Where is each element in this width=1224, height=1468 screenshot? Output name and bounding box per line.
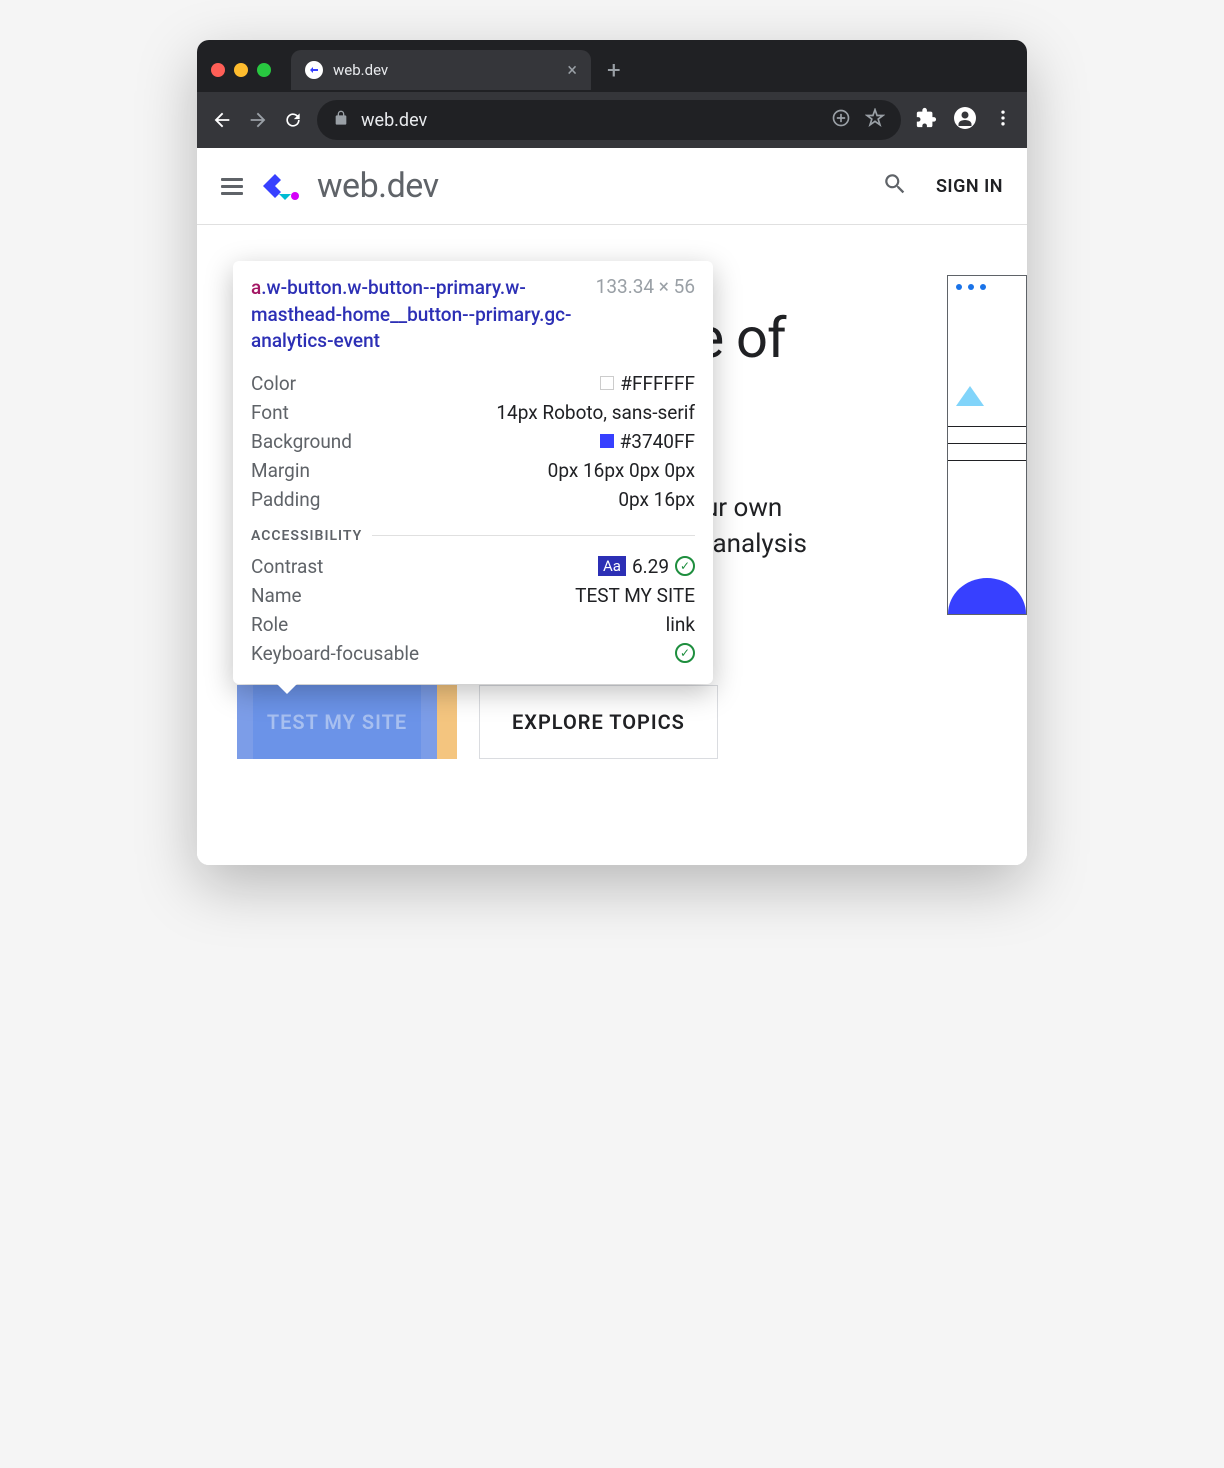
- close-tab-icon[interactable]: ×: [567, 60, 577, 81]
- a11y-value: TEST MY SITE: [575, 584, 695, 607]
- close-window-icon[interactable]: [211, 63, 225, 77]
- hamburger-menu-button[interactable]: [221, 178, 243, 195]
- window-controls: [211, 63, 271, 77]
- signin-button[interactable]: SIGN IN: [936, 176, 1003, 197]
- lock-icon: [333, 110, 349, 130]
- style-row-font: Font 14px Roboto, sans-serif: [251, 398, 695, 427]
- a11y-label: Name: [251, 584, 302, 607]
- a11y-value: link: [666, 613, 695, 636]
- style-row-color: Color #FFFFFF: [251, 369, 695, 398]
- address-bar[interactable]: web.dev: [317, 100, 901, 140]
- a11y-row-focusable: Keyboard-focusable ✓: [251, 639, 695, 668]
- menu-icon[interactable]: [993, 108, 1013, 132]
- style-value: 14px Roboto, sans-serif: [496, 401, 695, 424]
- contrast-badge: Aa: [598, 556, 626, 576]
- maximize-window-icon[interactable]: [257, 63, 271, 77]
- browser-tab[interactable]: web.dev ×: [291, 50, 591, 90]
- element-classes: .w-button.w-button--primary.w-masthead-h…: [251, 276, 572, 352]
- a11y-label: Keyboard-focusable: [251, 642, 419, 665]
- site-header: web.dev SIGN IN: [197, 148, 1027, 225]
- element-dimensions: 133.34 × 56: [596, 275, 695, 355]
- style-value: 0px 16px 0px 0px: [548, 459, 695, 482]
- style-label: Font: [251, 401, 289, 424]
- forward-button[interactable]: [247, 109, 269, 131]
- browser-chrome: web.dev × + web.dev: [197, 40, 1027, 148]
- a11y-row-role: Role link: [251, 610, 695, 639]
- browser-toolbar: web.dev: [197, 92, 1027, 148]
- style-row-background: Background #3740FF: [251, 427, 695, 456]
- button-label: TEST MY SITE: [253, 685, 421, 759]
- install-icon[interactable]: [831, 108, 851, 132]
- logo-icon: [261, 168, 307, 204]
- style-value: #3740FF: [620, 430, 695, 453]
- style-label: Color: [251, 372, 296, 395]
- explore-topics-button[interactable]: EXPLORE TOPICS: [479, 685, 718, 759]
- a11y-label: Contrast: [251, 555, 323, 578]
- search-button[interactable]: [882, 171, 908, 201]
- omnibox-actions: [831, 108, 885, 132]
- check-icon: ✓: [675, 643, 695, 663]
- style-label: Margin: [251, 459, 310, 482]
- devtools-inspector-tooltip: a.w-button.w-button--primary.w-masthead-…: [233, 261, 713, 684]
- element-tag: a: [251, 276, 261, 299]
- test-my-site-button[interactable]: TEST MY SITE: [237, 685, 457, 759]
- style-row-padding: Padding 0px 16px: [251, 485, 695, 514]
- hero-buttons: TEST MY SITE EXPLORE TOPICS: [237, 685, 718, 759]
- browser-window: web.dev × + web.dev: [197, 40, 1027, 865]
- reload-button[interactable]: [283, 110, 303, 130]
- page-content: web.dev SIGN IN re of your own nd analys…: [197, 148, 1027, 865]
- a11y-row-contrast: Contrast Aa 6.29 ✓: [251, 552, 695, 581]
- style-value: 0px 16px: [618, 488, 695, 511]
- site-name: web.dev: [317, 166, 439, 206]
- header-right: SIGN IN: [882, 171, 1003, 201]
- toolbar-right: [915, 106, 1013, 134]
- bookmark-icon[interactable]: [865, 108, 885, 132]
- back-button[interactable]: [211, 109, 233, 131]
- style-value: #FFFFFF: [620, 372, 695, 395]
- element-selector: a.w-button.w-button--primary.w-masthead-…: [251, 275, 584, 355]
- tab-strip: web.dev × +: [197, 40, 1027, 92]
- button-label: EXPLORE TOPICS: [512, 710, 685, 734]
- profile-icon[interactable]: [953, 106, 977, 134]
- a11y-label: Role: [251, 613, 288, 636]
- hero-illustration: [947, 275, 1027, 615]
- site-logo[interactable]: web.dev: [261, 166, 439, 206]
- new-tab-button[interactable]: +: [607, 56, 621, 84]
- favicon-icon: [305, 61, 323, 79]
- style-label: Background: [251, 430, 352, 453]
- url-text: web.dev: [361, 110, 427, 131]
- a11y-row-name: Name TEST MY SITE: [251, 581, 695, 610]
- extensions-icon[interactable]: [915, 107, 937, 133]
- hero-section: re of your own nd analysis a.w-button.w-…: [197, 225, 1027, 785]
- style-label: Padding: [251, 488, 320, 511]
- footer-spacer: [197, 785, 1027, 865]
- style-row-margin: Margin 0px 16px 0px 0px: [251, 456, 695, 485]
- check-icon: ✓: [675, 556, 695, 576]
- minimize-window-icon[interactable]: [234, 63, 248, 77]
- tab-title: web.dev: [333, 61, 388, 79]
- contrast-value: 6.29: [632, 555, 669, 578]
- accessibility-section-header: ACCESSIBILITY: [251, 528, 695, 544]
